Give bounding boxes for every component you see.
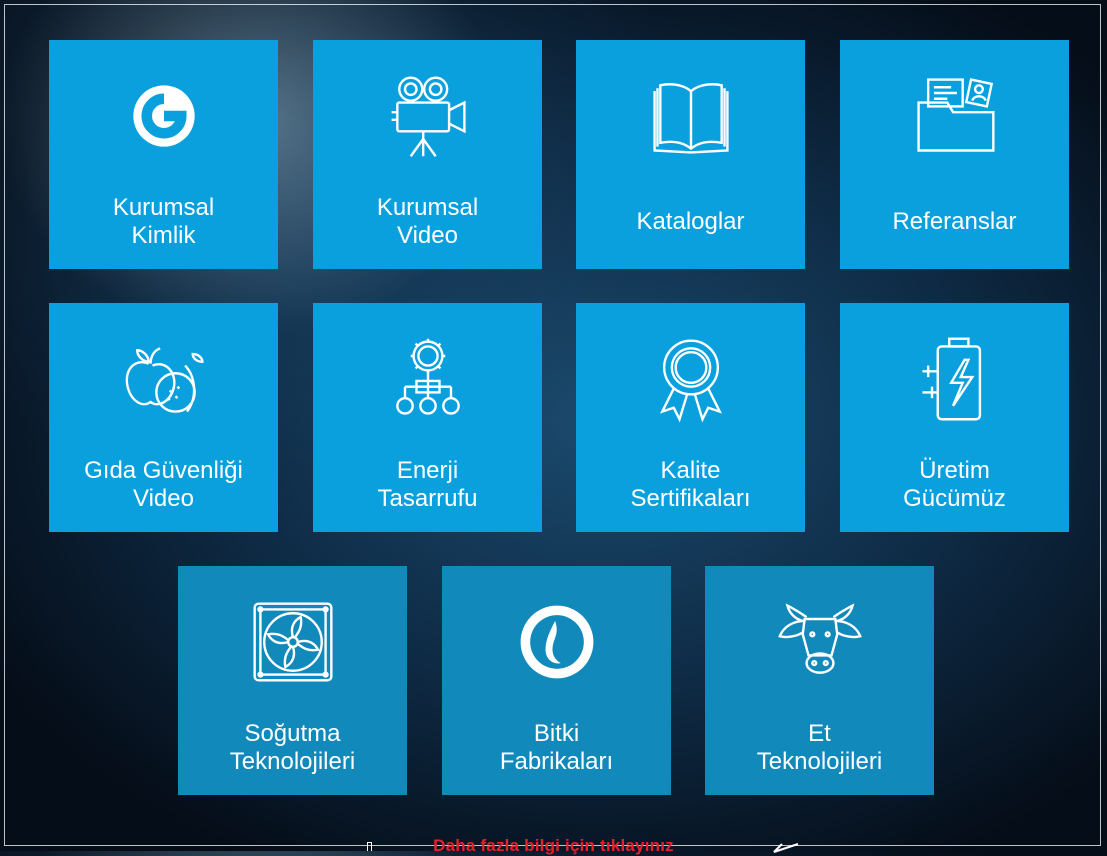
- tile-kataloglar[interactable]: Kataloglar: [576, 40, 805, 269]
- tile-bitki-fabrikalari[interactable]: Bitki Fabrikaları: [442, 566, 671, 795]
- folder-documents-icon: [907, 68, 1003, 164]
- video-camera-icon: [380, 68, 476, 164]
- tile-referanslar[interactable]: Referanslar: [840, 40, 1069, 269]
- tile-label: Kataloglar: [636, 208, 745, 235]
- book-icon: [643, 68, 739, 164]
- brand-logo-icon: [116, 68, 212, 164]
- tile-label: Bitki Fabrikaları: [499, 720, 614, 775]
- tile-label: Enerji Tasarrufu: [377, 457, 478, 512]
- tile-label: Gıda Güvenliği Video: [84, 457, 243, 512]
- tile-label: Kurumsal Kimlik: [112, 194, 215, 249]
- tile-gida-guvenligi-video[interactable]: Gıda Güvenliği Video: [49, 303, 278, 532]
- tile-sogutma-teknolojileri[interactable]: Soğutma Teknolojileri: [178, 566, 407, 795]
- tile-kurumsal-video[interactable]: Kurumsal Video: [313, 40, 542, 269]
- arrow-left-icon: [773, 843, 799, 853]
- tile-label: Soğutma Teknolojileri: [229, 720, 356, 775]
- battery-charge-icon: [907, 331, 1003, 427]
- water-drop-circle-icon: [509, 594, 605, 690]
- fruits-icon: [116, 331, 212, 427]
- tile-et-teknolojileri[interactable]: Et Teknolojileri: [705, 566, 934, 795]
- tile-label: Kalite Sertifikaları: [630, 457, 751, 512]
- award-ribbon-icon: [643, 331, 739, 427]
- tile-uretim-gucumuz[interactable]: Üretim Gücümüz: [840, 303, 1069, 532]
- gear-network-icon: [380, 331, 476, 427]
- tile-enerji-tasarrufu[interactable]: Enerji Tasarrufu: [313, 303, 542, 532]
- fan-icon: [245, 594, 341, 690]
- tile-kalite-sertifikalari[interactable]: Kalite Sertifikaları: [576, 303, 805, 532]
- tile-label: Et Teknolojileri: [756, 720, 883, 775]
- more-info-link[interactable]: Daha fazla bilgi için tıklayınız: [0, 836, 1107, 856]
- tile-label: Kurumsal Video: [376, 194, 479, 249]
- tile-label: Referanslar: [892, 208, 1017, 235]
- tile-kurumsal-kimlik[interactable]: Kurumsal Kimlik: [49, 40, 278, 269]
- cow-head-icon: [772, 594, 868, 690]
- tile-label: Üretim Gücümüz: [903, 457, 1006, 512]
